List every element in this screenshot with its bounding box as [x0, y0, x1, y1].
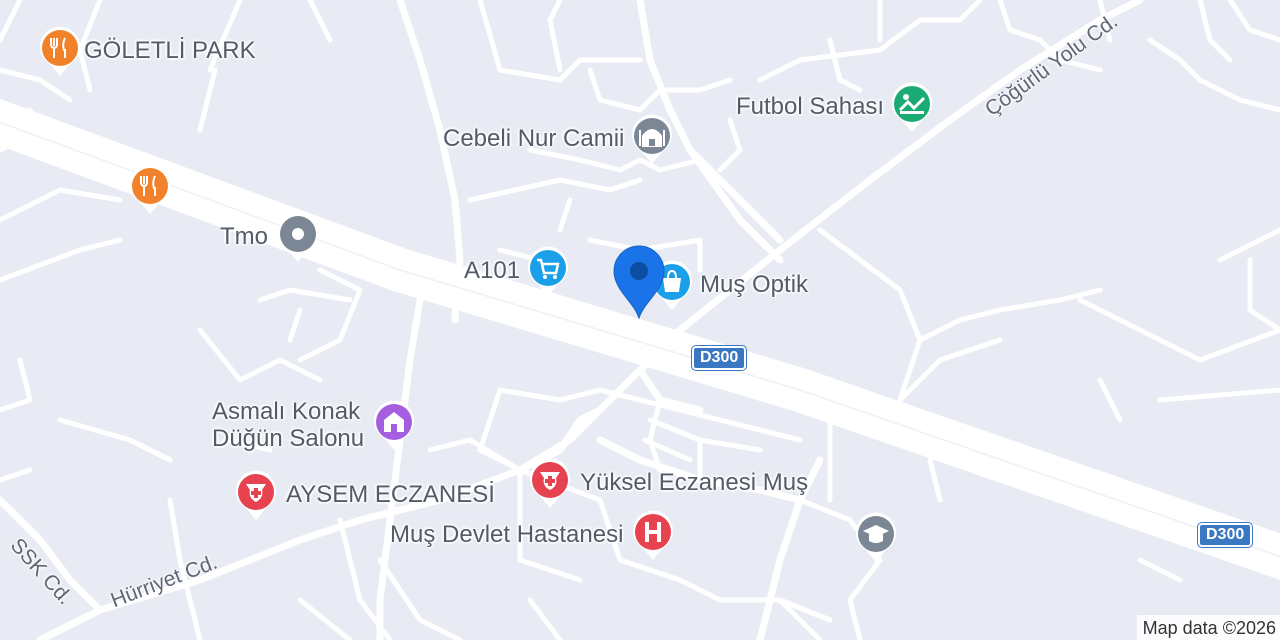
poi-label: Tmo: [220, 223, 268, 250]
poi-yuksel-eczanesi[interactable]: Yüksel Eczanesi Muş: [526, 456, 808, 510]
poi-futbol-sahasi[interactable]: Futbol Sahası: [736, 80, 936, 134]
shopping-cart-icon: [524, 244, 572, 298]
poi-label: Futbol Sahası: [736, 93, 885, 120]
pharmacy-icon: [232, 468, 280, 522]
poi-mus-optik[interactable]: Muş Optik: [648, 258, 808, 312]
mosque-icon: [628, 112, 676, 166]
poi-label: Cebeli Nur Camii: [443, 125, 625, 152]
poi-restaurant[interactable]: [126, 162, 174, 216]
poi-label: Muş Optik: [700, 271, 809, 298]
poi-asmali-konak[interactable]: Asmalı Konak Düğün Salonu: [212, 398, 418, 452]
venue-icon: [370, 398, 418, 452]
highway-shield-d300: D300: [690, 345, 748, 371]
poi-a101[interactable]: A101: [464, 244, 572, 298]
school-icon: [852, 510, 900, 564]
poi-label: Asmalı Konak Düğün Salonu: [212, 398, 364, 452]
poi-label: Muş Devlet Hastanesi: [390, 521, 624, 548]
poi-mus-devlet-hastanesi[interactable]: Muş Devlet Hastanesi: [390, 508, 677, 562]
poi-label-line2: Düğün Salonu: [212, 425, 365, 452]
place-icon: [274, 210, 322, 264]
pharmacy-icon: [526, 456, 574, 510]
poi-label: Yüksel Eczanesi Muş: [580, 469, 809, 496]
poi-school[interactable]: [852, 510, 900, 564]
location-marker-icon[interactable]: [612, 244, 666, 320]
map-attribution: Map data ©2026: [1136, 615, 1280, 640]
poi-label: A101: [464, 257, 521, 284]
highway-shield-d300-east: D300: [1196, 522, 1254, 548]
hospital-icon: [629, 508, 677, 562]
restaurant-icon: [36, 24, 84, 78]
sports-icon: [888, 80, 936, 134]
poi-label: AYSEM ECZANESİ: [286, 481, 495, 508]
poi-goletli-park[interactable]: GÖLETLİ PARK: [36, 24, 256, 78]
restaurant-icon: [126, 162, 174, 216]
poi-label: GÖLETLİ PARK: [84, 37, 256, 64]
poi-cebeli-nur-camii[interactable]: Cebeli Nur Camii: [443, 112, 676, 166]
poi-tmo[interactable]: Tmo: [220, 210, 322, 264]
map-canvas[interactable]: Çöğürlü Yolu Cd. Hürriyet Cd. SSK Cd. D3…: [0, 0, 1280, 640]
poi-label-line1: Asmalı Konak: [212, 398, 361, 425]
